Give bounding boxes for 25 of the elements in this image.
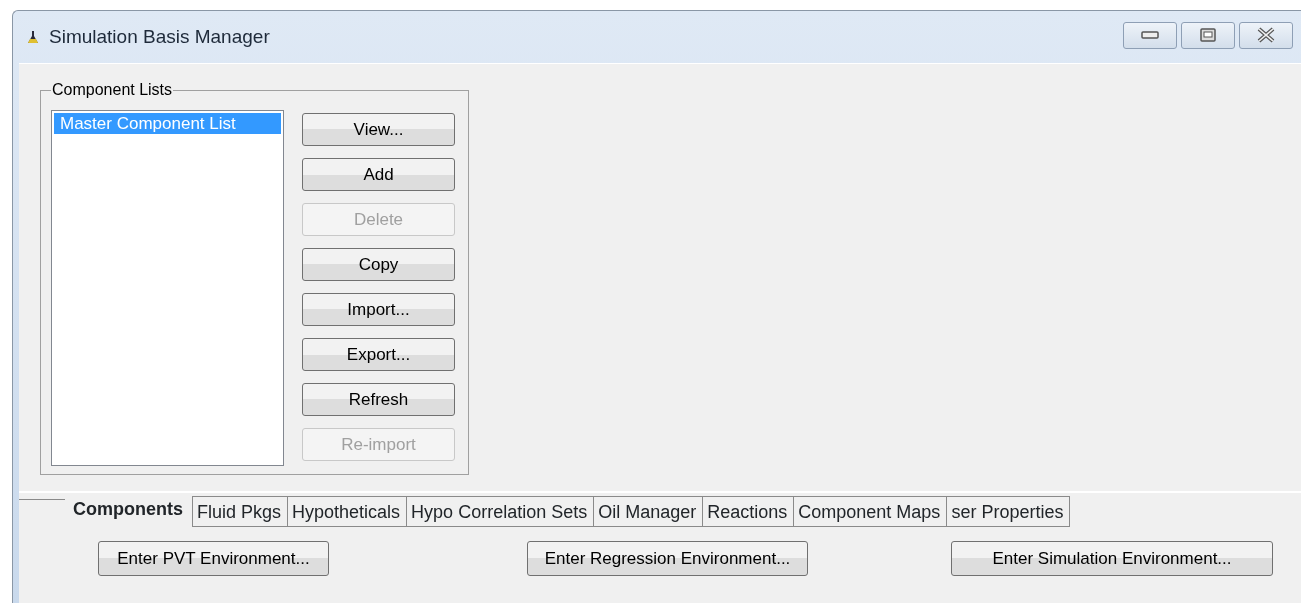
environment-button[interactable]: Enter PVT Environment... [98,541,329,576]
maximize-icon [1200,28,1216,42]
action-button[interactable]: Add [302,158,455,191]
maximize-button[interactable] [1181,21,1235,49]
action-button[interactable]: Copy [302,248,455,281]
environment-button[interactable]: Enter Simulation Environment... [951,541,1273,576]
tab[interactable]: ser Properties [946,496,1071,527]
action-button[interactable]: Export... [302,338,455,371]
tab[interactable]: Component Maps [793,496,948,527]
tab[interactable]: Fluid Pkgs [192,496,289,527]
environment-button[interactable]: Enter Regression Environment... [527,541,808,576]
group-title: Component Lists [51,82,174,98]
action-button[interactable]: View... [302,113,455,146]
tab[interactable]: Hypotheticals [287,496,408,527]
minimize-icon [1141,31,1159,39]
tab[interactable]: Reactions [702,496,795,527]
tab[interactable]: Oil Manager [593,496,704,527]
window-title: Simulation Basis Manager [49,24,270,49]
close-button[interactable] [1239,21,1293,49]
tab[interactable]: Hypo Correlation Sets [406,496,595,527]
close-icon [1256,27,1276,43]
minimize-button[interactable] [1123,21,1177,49]
action-button[interactable]: Refresh [302,383,455,416]
action-button[interactable]: Import... [302,293,455,326]
app-icon [27,30,39,44]
